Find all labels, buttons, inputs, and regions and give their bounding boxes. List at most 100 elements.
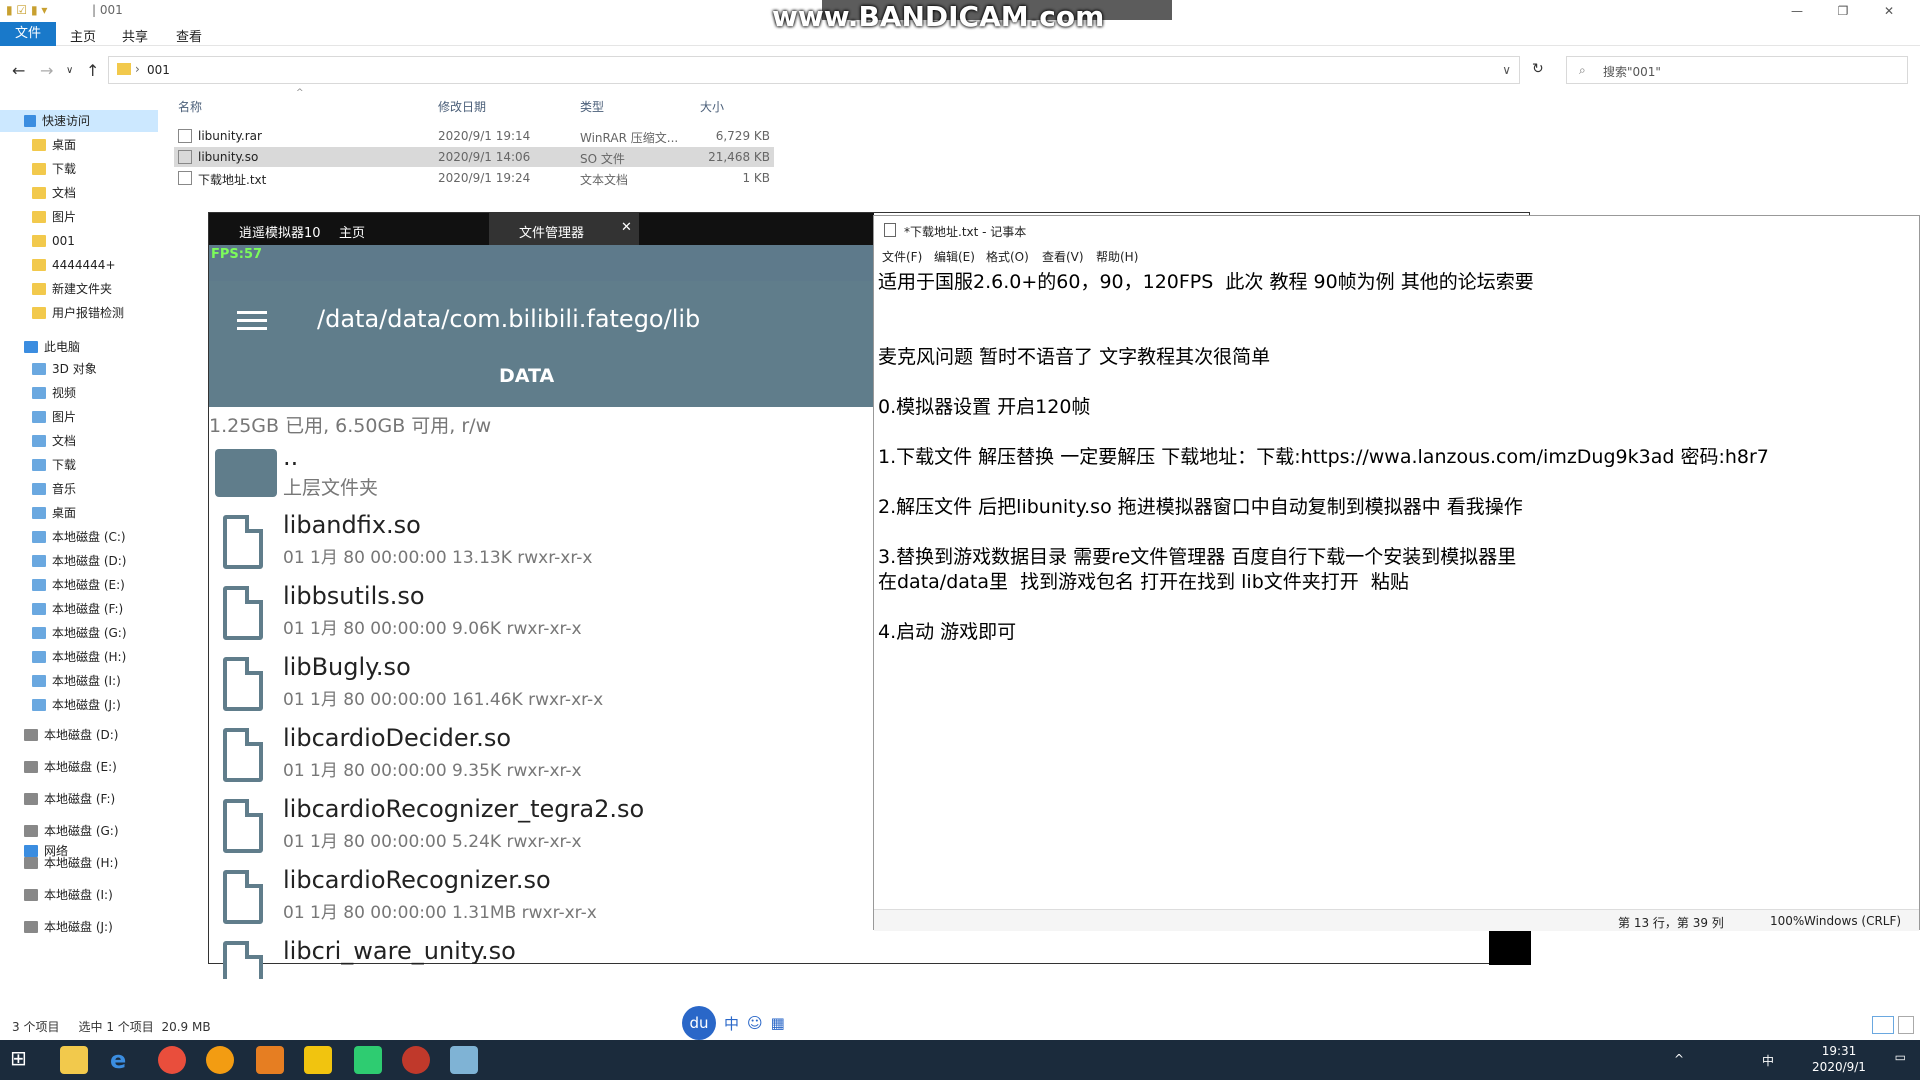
nav-item[interactable]: 图片: [0, 406, 158, 428]
tray-chevron-icon[interactable]: ^: [1674, 1052, 1684, 1066]
nav-item[interactable]: 3D 对象: [0, 358, 158, 380]
nav-item[interactable]: 新建文件夹: [0, 278, 158, 300]
parent-dir-name[interactable]: ..: [283, 443, 298, 471]
nav-item[interactable]: 本地磁盘 (G:): [0, 622, 158, 644]
details-view-icon[interactable]: [1872, 1016, 1894, 1034]
search-input[interactable]: ⌕ 搜索"001": [1566, 56, 1908, 84]
ime-user-icon[interactable]: ☺: [747, 1014, 763, 1032]
nav-item[interactable]: 下载: [0, 158, 158, 180]
clock[interactable]: 19:31 2020/9/1: [1804, 1043, 1874, 1075]
emu-file-entry[interactable]: libcardioRecognizer.so 01 1月 80 00:00:00…: [209, 866, 874, 937]
file-row[interactable]: libunity.so 2020/9/1 14:06 SO 文件 21,468 …: [174, 147, 774, 167]
nav-item[interactable]: 本地磁盘 (H:): [0, 646, 158, 668]
nav-item-icon: [32, 675, 46, 687]
tab-home[interactable]: 主页: [70, 26, 96, 45]
nav-item[interactable]: 视频: [0, 382, 158, 404]
nav-item[interactable]: 本地磁盘 (E:): [0, 574, 158, 596]
menu-format[interactable]: 格式(O): [986, 248, 1029, 265]
nav-item[interactable]: 本地磁盘 (J:): [0, 916, 158, 938]
app-icon[interactable]: [256, 1046, 284, 1074]
nav-item[interactable]: 本地磁盘 (C:): [0, 526, 158, 548]
menu-help[interactable]: 帮助(H): [1096, 248, 1138, 265]
nav-item[interactable]: 本地磁盘 (E:): [0, 756, 158, 778]
tab-file[interactable]: 文件: [0, 22, 56, 46]
emulator-icon[interactable]: [304, 1046, 332, 1074]
nav-item[interactable]: 用户报错检测: [0, 302, 158, 324]
nav-quick-access[interactable]: 快速访问: [0, 110, 158, 132]
nav-item[interactable]: 文档: [0, 182, 158, 204]
nav-item[interactable]: 本地磁盘 (F:): [0, 788, 158, 810]
ime-grid-icon[interactable]: ▦: [771, 1014, 785, 1032]
notification-icon[interactable]: ▭: [1895, 1050, 1906, 1064]
nav-this-pc[interactable]: 此电脑: [0, 336, 158, 358]
nav-item[interactable]: 本地磁盘 (I:): [0, 670, 158, 692]
ime-language[interactable]: 中: [724, 1013, 739, 1034]
menu-edit[interactable]: 编辑(E): [934, 248, 975, 265]
nav-item[interactable]: 本地磁盘 (F:): [0, 598, 158, 620]
chrome-icon[interactable]: [158, 1046, 186, 1074]
notepad-icon: [884, 223, 896, 237]
start-icon[interactable]: ⊞: [10, 1046, 38, 1074]
tab-view[interactable]: 查看: [176, 26, 202, 45]
emu-file-entry[interactable]: libBugly.so 01 1月 80 00:00:00 161.46K rw…: [209, 653, 874, 724]
nav-item[interactable]: 桌面: [0, 134, 158, 156]
nav-item[interactable]: 本地磁盘 (H:): [0, 852, 158, 874]
nav-item[interactable]: 图片: [0, 206, 158, 228]
large-icons-view-icon[interactable]: [1898, 1016, 1914, 1034]
nav-item[interactable]: 本地磁盘 (G:): [0, 820, 158, 842]
nav-item[interactable]: 下载: [0, 454, 158, 476]
multi-emulator-icon[interactable]: [354, 1046, 382, 1074]
nav-item[interactable]: 本地磁盘 (J:): [0, 694, 158, 716]
selected-size: 20.9 MB: [161, 1020, 211, 1034]
nav-item-icon: [32, 387, 46, 399]
quick-access-toolbar-icon[interactable]: ▮ ☑ ▮ ▾: [6, 3, 47, 17]
tray-lang[interactable]: 中: [1762, 1052, 1774, 1069]
baidu-ime-logo[interactable]: du: [682, 1006, 716, 1040]
record-icon[interactable]: [402, 1046, 430, 1074]
emu-file-entry[interactable]: libcardioDecider.so 01 1月 80 00:00:00 9.…: [209, 724, 874, 795]
nav-item[interactable]: 文档: [0, 430, 158, 452]
close-icon[interactable]: ✕: [1866, 0, 1912, 22]
star-icon: [24, 115, 36, 127]
tab-data[interactable]: DATA: [499, 365, 554, 387]
forward-icon[interactable]: →: [40, 61, 53, 80]
refresh-icon[interactable]: ↻: [1532, 61, 1544, 77]
file-row[interactable]: 下载地址.txt 2020/9/1 19:24 文本文档 1 KB: [174, 168, 774, 188]
back-icon[interactable]: ←: [12, 61, 25, 80]
emu-file-entry[interactable]: libbsutils.so 01 1月 80 00:00:00 9.06K rw…: [209, 582, 874, 653]
nav-item[interactable]: 4444444+: [0, 254, 158, 276]
col-type[interactable]: 类型: [580, 98, 604, 115]
nav-item[interactable]: 本地磁盘 (I:): [0, 884, 158, 906]
col-date[interactable]: 修改日期: [438, 98, 486, 115]
nav-item[interactable]: 001: [0, 230, 158, 252]
maximize-icon[interactable]: ❐: [1820, 0, 1866, 22]
address-dropdown-icon[interactable]: ∨: [1502, 63, 1511, 77]
up-icon[interactable]: ↑: [86, 61, 99, 80]
nav-item[interactable]: 本地磁盘 (D:): [0, 724, 158, 746]
address-field[interactable]: › 001 ∨: [108, 56, 1520, 84]
tab-home-emu[interactable]: 主页: [339, 222, 365, 241]
notepad-taskbar-icon[interactable]: [450, 1046, 478, 1074]
menu-file[interactable]: 文件(F): [882, 248, 922, 265]
minimize-icon[interactable]: —: [1774, 0, 1820, 22]
tab-close-icon[interactable]: ✕: [621, 220, 632, 235]
nav-item[interactable]: 本地磁盘 (D:): [0, 550, 158, 572]
hamburger-menu-icon[interactable]: [237, 311, 267, 331]
emu-file-entry[interactable]: libandfix.so 01 1月 80 00:00:00 13.13K rw…: [209, 511, 874, 582]
emu-file-entry[interactable]: libcri_ware_unity.so: [209, 937, 874, 979]
col-size[interactable]: 大小: [700, 98, 724, 115]
tab-file-manager[interactable]: 文件管理器: [489, 213, 639, 245]
tab-emulator[interactable]: 逍遥模拟器10: [239, 222, 321, 241]
file-row[interactable]: libunity.rar 2020/9/1 19:14 WinRAR 压缩文..…: [174, 126, 774, 146]
emu-file-entry[interactable]: libcardioRecognizer_tegra2.so 01 1月 80 0…: [209, 795, 874, 866]
tab-share[interactable]: 共享: [122, 26, 148, 45]
menu-view[interactable]: 查看(V): [1042, 248, 1084, 265]
col-name[interactable]: 名称: [178, 98, 202, 115]
edge-icon[interactable]: e: [110, 1046, 138, 1074]
file-explorer-icon[interactable]: [60, 1046, 88, 1074]
browser-icon[interactable]: [206, 1046, 234, 1074]
recent-dropdown-icon[interactable]: ∨: [66, 65, 73, 76]
nav-item[interactable]: 音乐: [0, 478, 158, 500]
nav-item[interactable]: 桌面: [0, 502, 158, 524]
notepad-text-area[interactable]: 适用于国服2.6.0+的60，90，120FPS 此次 教程 90帧为例 其他的…: [878, 270, 1769, 645]
